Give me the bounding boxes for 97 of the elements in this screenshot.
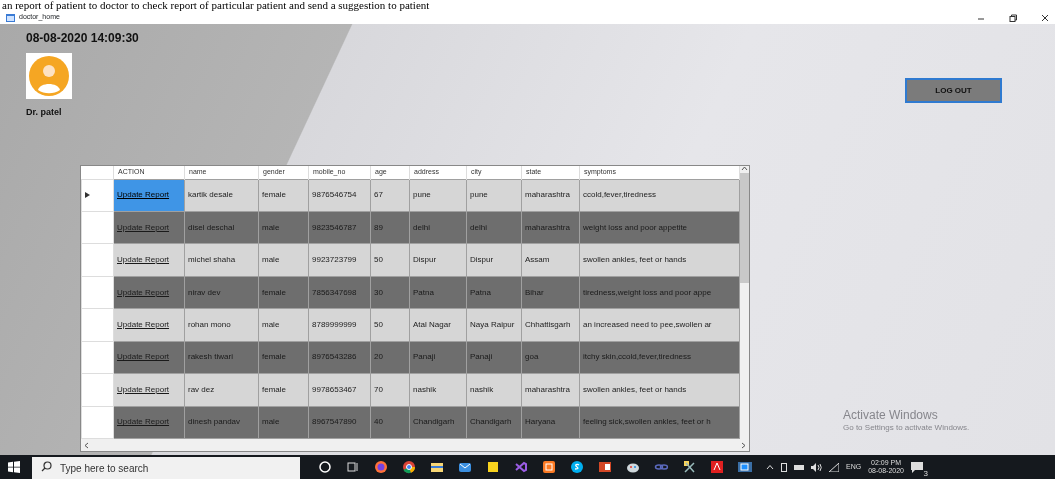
table-cell: female bbox=[258, 373, 309, 407]
update-report-link[interactable]: Update Report bbox=[117, 319, 170, 329]
table-cell: delhi bbox=[466, 211, 522, 244]
close-icon[interactable] bbox=[1041, 13, 1049, 22]
app-icon bbox=[6, 13, 15, 22]
table-cell: dinesh pandav bbox=[184, 406, 259, 439]
update-report-link[interactable]: Update Report bbox=[117, 255, 170, 265]
scroll-left-icon[interactable] bbox=[84, 441, 89, 449]
table-cell: 9823546787 bbox=[308, 211, 371, 244]
table-cell: Naya Raipur bbox=[466, 308, 522, 342]
circle-icon[interactable] bbox=[318, 460, 332, 474]
table-cell: an increased need to pee,swollen ar bbox=[579, 308, 740, 342]
table-cell: Bihar bbox=[521, 276, 580, 309]
caption-text: an report of patient to doctor to check report of particular patient and send a suggestion to patient bbox=[1, 0, 431, 11]
window-app-icon[interactable] bbox=[738, 460, 752, 474]
table-cell: swollen ankles, feet or hands bbox=[579, 373, 740, 407]
table-cell: delhi bbox=[409, 211, 467, 244]
table-cell: kartik desale bbox=[184, 179, 259, 212]
mail-icon[interactable] bbox=[458, 460, 472, 474]
note-icon[interactable] bbox=[486, 460, 500, 474]
restore-icon[interactable] bbox=[1009, 13, 1017, 22]
table-cell: Chandigarh bbox=[466, 406, 522, 439]
table-cell: 8976543286 bbox=[308, 341, 371, 374]
table-cell: Panaji bbox=[409, 341, 467, 374]
square-logo-icon[interactable] bbox=[542, 460, 556, 474]
table-cell: nashik bbox=[466, 373, 522, 407]
table-cell: pune bbox=[409, 179, 467, 212]
speaker-icon[interactable] bbox=[811, 462, 822, 472]
windows-logo-icon[interactable] bbox=[8, 461, 20, 473]
table-cell: female bbox=[258, 341, 309, 374]
table-cell: ccold,fever,tiredness bbox=[579, 179, 740, 212]
notification-count: 3 bbox=[923, 469, 928, 478]
table-cell: pune bbox=[466, 179, 522, 212]
table-cell: tiredness,weight loss and poor appe bbox=[579, 276, 740, 309]
table-cell: Panaji bbox=[466, 341, 522, 374]
update-report-link[interactable]: Update Report bbox=[117, 190, 170, 200]
table-cell: male bbox=[258, 211, 309, 244]
table-cell: Dispur bbox=[466, 243, 522, 277]
pdf-reader-icon[interactable] bbox=[710, 460, 724, 474]
table-cell: maharashtra bbox=[521, 179, 580, 212]
round-browser-icon[interactable] bbox=[402, 460, 416, 474]
table-cell: rakesh tiwari bbox=[184, 341, 259, 374]
table-cell: female bbox=[258, 179, 309, 212]
table-cell: disel deschal bbox=[184, 211, 259, 244]
table-cell: 9876546754 bbox=[308, 179, 371, 212]
watermark-subtitle: Go to Settings to activate Windows. bbox=[843, 422, 970, 432]
table-cell: maharashtra bbox=[521, 373, 580, 407]
table-cell: michel shaha bbox=[184, 243, 259, 277]
table-cell: male bbox=[258, 243, 309, 277]
scroll-up-icon[interactable] bbox=[741, 166, 748, 171]
ribbon-icon[interactable] bbox=[514, 460, 528, 474]
table-cell: Patna bbox=[409, 276, 467, 309]
table-cell: Atal Nagar bbox=[409, 308, 467, 342]
search-field[interactable]: Type here to search bbox=[32, 456, 300, 479]
network-icon[interactable] bbox=[794, 463, 804, 471]
table-cell: weight loss and poor appetite bbox=[579, 211, 740, 244]
table-cell: Haryana bbox=[521, 406, 580, 439]
table-cell: male bbox=[258, 406, 309, 439]
slide-app-icon[interactable] bbox=[598, 460, 612, 474]
folder-icon[interactable] bbox=[430, 460, 444, 474]
s-circle-icon[interactable] bbox=[570, 460, 584, 474]
horizontal-scrollbar[interactable] bbox=[81, 439, 749, 451]
table-cell: swollen ankles, feet or hands bbox=[579, 243, 740, 277]
table-cell: 8789999999 bbox=[308, 308, 371, 342]
table-cell: Patna bbox=[466, 276, 522, 309]
table-cell: 8967547890 bbox=[308, 406, 371, 439]
wifi-icon[interactable] bbox=[829, 462, 839, 472]
table-cell: nashik bbox=[409, 373, 467, 407]
scroll-right-icon[interactable] bbox=[741, 441, 746, 449]
table-cell: itchy skin,ccold,fever,tiredness bbox=[579, 341, 740, 374]
logout-button[interactable]: LOG OUT bbox=[905, 78, 1002, 103]
table-cell: Chhattisgarh bbox=[521, 308, 580, 342]
table-cell: goa bbox=[521, 341, 580, 374]
table-cell: 9978653467 bbox=[308, 373, 371, 407]
chevron-up-icon[interactable] bbox=[766, 464, 774, 470]
table-cell: 9923723799 bbox=[308, 243, 371, 277]
table-cell: Chandigarh bbox=[409, 406, 467, 439]
table-cell: nirav dev bbox=[184, 276, 259, 309]
table-cell: maharashtra bbox=[521, 211, 580, 244]
table-cell: Assam bbox=[521, 243, 580, 277]
table-cell: Dispur bbox=[409, 243, 467, 277]
vertical-scrollbar[interactable] bbox=[740, 166, 749, 440]
task-view-icon[interactable] bbox=[346, 460, 360, 474]
table-cell: female bbox=[258, 276, 309, 309]
table-cell: rav dez bbox=[184, 373, 259, 407]
battery-icon[interactable] bbox=[781, 462, 787, 472]
table-cell: rohan mono bbox=[184, 308, 259, 342]
watermark-title: Activate Windows bbox=[843, 409, 939, 423]
update-report-link[interactable]: Update Report bbox=[117, 384, 170, 394]
date-time: 08-08-2020 14:09:30 bbox=[26, 30, 139, 47]
table-cell: male bbox=[258, 308, 309, 342]
notification-icon[interactable] bbox=[911, 461, 923, 473]
table-cell: 67 bbox=[370, 179, 410, 212]
scroll-thumb[interactable] bbox=[740, 173, 749, 283]
table-cell: 7856347698 bbox=[308, 276, 371, 309]
doctor-name: Dr. patel bbox=[26, 106, 63, 119]
tools-icon[interactable] bbox=[682, 460, 696, 474]
